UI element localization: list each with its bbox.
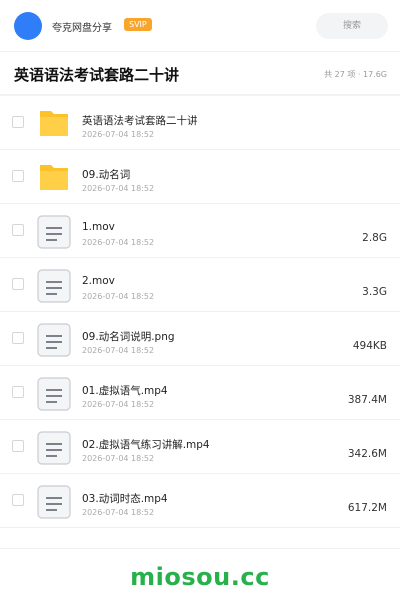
file-size: 494KB <box>352 340 387 352</box>
file-list: 英语语法考试套路二十讲 2026-07-04 18:52 09.动名词 2026… <box>0 96 400 528</box>
file-size: 617.2M <box>347 502 387 514</box>
file-row[interactable]: 02.虚拟语气练习讲解.mp4 2026-07-04 18:52 342.6M <box>0 420 400 474</box>
document-icon <box>37 431 71 465</box>
row-checkbox[interactable] <box>12 440 24 452</box>
file-row[interactable]: 09.动名词 2026-07-04 18:52 <box>0 150 400 204</box>
file-name: 英语语法考试套路二十讲 <box>82 115 198 127</box>
search-input[interactable]: 搜索 <box>316 13 388 39</box>
file-size: 3.3G <box>362 286 387 298</box>
file-size: 342.6M <box>347 448 387 460</box>
folder-meta: 共 27 项 · 17.6G <box>324 70 387 79</box>
divider <box>0 548 400 549</box>
file-size: 2.8G <box>362 232 387 244</box>
row-checkbox[interactable] <box>12 332 24 344</box>
file-date: 2026-07-04 18:52 <box>82 130 155 139</box>
file-row[interactable]: 01.虚拟语气.mp4 2026-07-04 18:52 387.4M <box>0 366 400 420</box>
row-checkbox[interactable] <box>12 224 24 236</box>
file-row[interactable]: 1.mov 2026-07-04 18:52 2.8G <box>0 204 400 258</box>
row-checkbox[interactable] <box>12 386 24 398</box>
vip-badge: SVIP <box>124 18 152 31</box>
app-name: 夸克网盘分享 <box>52 23 112 34</box>
row-checkbox[interactable] <box>12 278 24 290</box>
file-name: 09.动名词说明.png <box>82 331 175 343</box>
document-icon <box>37 215 71 249</box>
row-checkbox[interactable] <box>12 170 24 182</box>
top-bar: 夸克网盘分享 SVIP 搜索 <box>0 0 400 52</box>
file-name: 09.动名词 <box>82 169 131 181</box>
file-row[interactable]: 03.动词时态.mp4 2026-07-04 18:52 617.2M <box>0 474 400 528</box>
file-date: 2026-07-04 18:52 <box>82 400 155 409</box>
row-checkbox[interactable] <box>12 494 24 506</box>
row-checkbox[interactable] <box>12 116 24 128</box>
file-date: 2026-07-04 18:52 <box>82 508 155 517</box>
file-date: 2026-07-04 18:52 <box>82 238 155 247</box>
file-name: 02.虚拟语气练习讲解.mp4 <box>82 439 210 451</box>
file-date: 2026-07-04 18:52 <box>82 184 155 193</box>
avatar[interactable] <box>14 12 42 40</box>
page-title: 英语语法考试套路二十讲 <box>14 66 180 84</box>
file-date: 2026-07-04 18:52 <box>82 346 155 355</box>
file-size: 387.4M <box>347 394 387 406</box>
file-name: 2.mov <box>82 275 115 287</box>
file-date: 2026-07-04 18:52 <box>82 454 155 463</box>
folder-icon <box>40 111 68 136</box>
document-icon <box>37 377 71 411</box>
document-icon <box>37 485 71 519</box>
folder-icon <box>40 165 68 190</box>
file-row[interactable]: 2.mov 2026-07-04 18:52 3.3G <box>0 258 400 312</box>
file-date: 2026-07-04 18:52 <box>82 292 155 301</box>
file-row[interactable]: 09.动名词说明.png 2026-07-04 18:52 494KB <box>0 312 400 366</box>
file-name: 1.mov <box>82 221 115 233</box>
watermark: miosou.cc <box>130 563 270 591</box>
document-icon <box>37 323 71 357</box>
file-name: 03.动词时态.mp4 <box>82 493 168 505</box>
file-row[interactable]: 英语语法考试套路二十讲 2026-07-04 18:52 <box>0 96 400 150</box>
file-name: 01.虚拟语气.mp4 <box>82 385 168 397</box>
document-icon <box>37 269 71 303</box>
